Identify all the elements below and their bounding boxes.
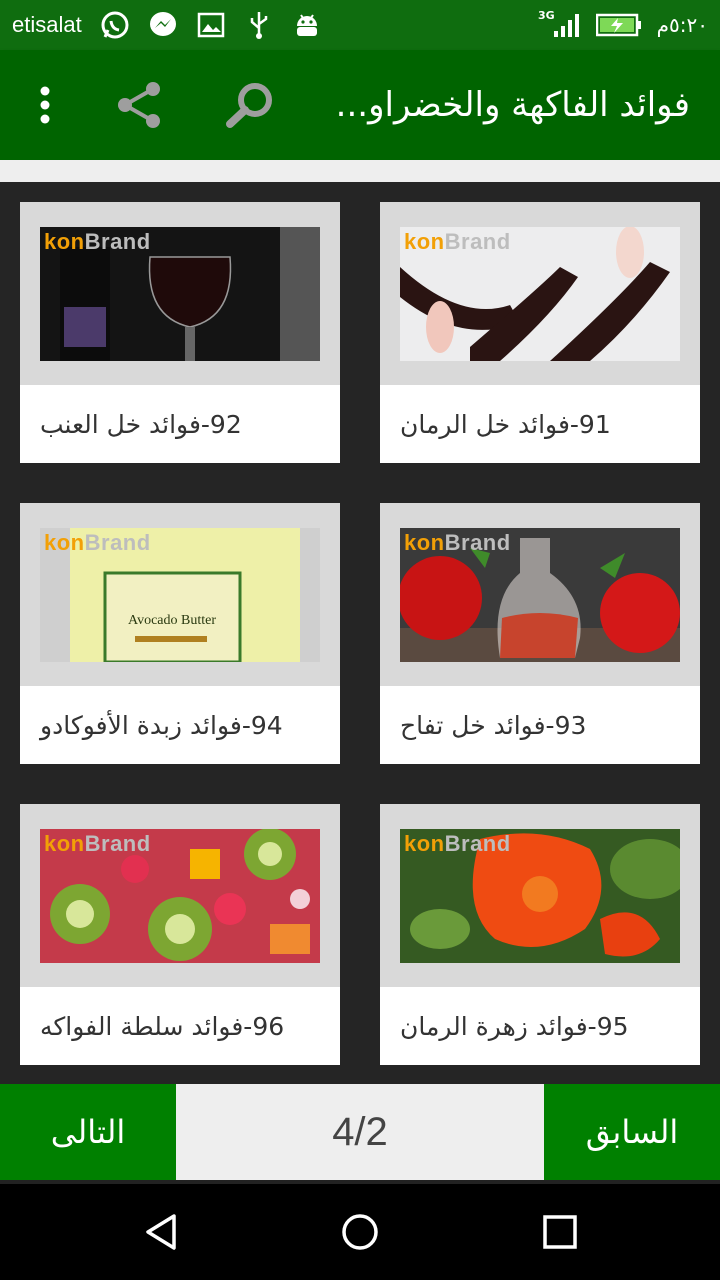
system-nav-bar: [0, 1184, 720, 1280]
item-title: 94-فوائد زبدة الأفوكادو: [40, 710, 283, 740]
signal-icon: [551, 10, 581, 40]
messenger-icon: [148, 10, 178, 40]
network-type: 3G: [537, 8, 555, 22]
previous-button[interactable]: السابق: [544, 1084, 720, 1180]
watermark: konBrand: [44, 530, 151, 555]
home-button[interactable]: [334, 1206, 386, 1258]
recents-button[interactable]: [534, 1206, 586, 1258]
thumbnail-image: konBrand: [400, 829, 680, 963]
watermark: konBrand: [404, 530, 511, 555]
thumbnail-image: Avocado Butter konBrand: [40, 528, 320, 662]
android-icon: [292, 10, 322, 40]
next-button[interactable]: التالى: [0, 1084, 176, 1180]
item-title: 95-فوائد زهرة الرمان: [400, 1011, 629, 1041]
item-title: 96-فوائد سلطة الفواكه: [40, 1011, 285, 1041]
list-item[interactable]: konBrand 91-فوائد خل الرمان: [380, 202, 700, 463]
list-item[interactable]: konBrand 92-فوائد خل العنب: [20, 202, 340, 463]
battery-charging-icon: [595, 10, 643, 40]
item-title: 92-فوائد خل العنب: [40, 409, 242, 439]
item-title: 93-فوائد خل تفاح: [400, 710, 587, 740]
carrier-name: etisalat: [12, 12, 82, 37]
item-title: 91-فوائد خل الرمان: [400, 409, 611, 439]
app-bar: فوائد الفاكهة والخضراو...: [0, 50, 720, 160]
status-bar: etisalat 3G ٥:٢٠م: [0, 0, 720, 50]
back-button[interactable]: [136, 1206, 188, 1258]
thumbnail-image: konBrand: [40, 829, 320, 963]
thumbnail-image: konBrand: [400, 528, 680, 662]
page-indicator: 4/2: [332, 1109, 388, 1154]
share-button[interactable]: [110, 75, 170, 135]
watermark: konBrand: [44, 831, 151, 856]
search-button[interactable]: [220, 75, 280, 135]
overflow-menu-icon: [40, 86, 50, 124]
divider-strip: [0, 160, 720, 182]
list-item[interactable]: konBrand 95-فوائد زهرة الرمان: [380, 804, 700, 1065]
search-icon: [226, 83, 272, 128]
watermark: konBrand: [404, 831, 511, 856]
pager: التالى 4/2 السابق: [0, 1084, 720, 1180]
home-icon: [342, 1214, 378, 1250]
article-grid: konBrand 91-فوائد خل الرمان konBrand 92-…: [0, 182, 720, 1084]
watermark: konBrand: [404, 229, 511, 254]
clock: ٥:٢٠م: [656, 13, 708, 37]
share-icon: [118, 82, 160, 128]
list-item[interactable]: Avocado Butter konBrand 94-فوائد زبدة ال…: [20, 503, 340, 764]
gallery-icon: [196, 10, 226, 40]
page-title: فوائد الفاكهة والخضراو...: [335, 85, 690, 125]
list-item[interactable]: konBrand 96-فوائد سلطة الفواكه: [20, 804, 340, 1065]
usb-icon: [244, 10, 274, 40]
overflow-menu-button[interactable]: [30, 75, 60, 135]
thumbnail-image: konBrand: [400, 227, 680, 361]
thumbnail-image: konBrand: [40, 227, 320, 361]
list-item[interactable]: konBrand 93-فوائد خل تفاح: [380, 503, 700, 764]
recents-icon: [543, 1215, 577, 1249]
whatsapp-icon: [100, 10, 130, 40]
back-icon: [146, 1214, 176, 1250]
watermark: konBrand: [44, 229, 151, 254]
svg-text:Avocado Butter: Avocado Butter: [128, 613, 216, 628]
